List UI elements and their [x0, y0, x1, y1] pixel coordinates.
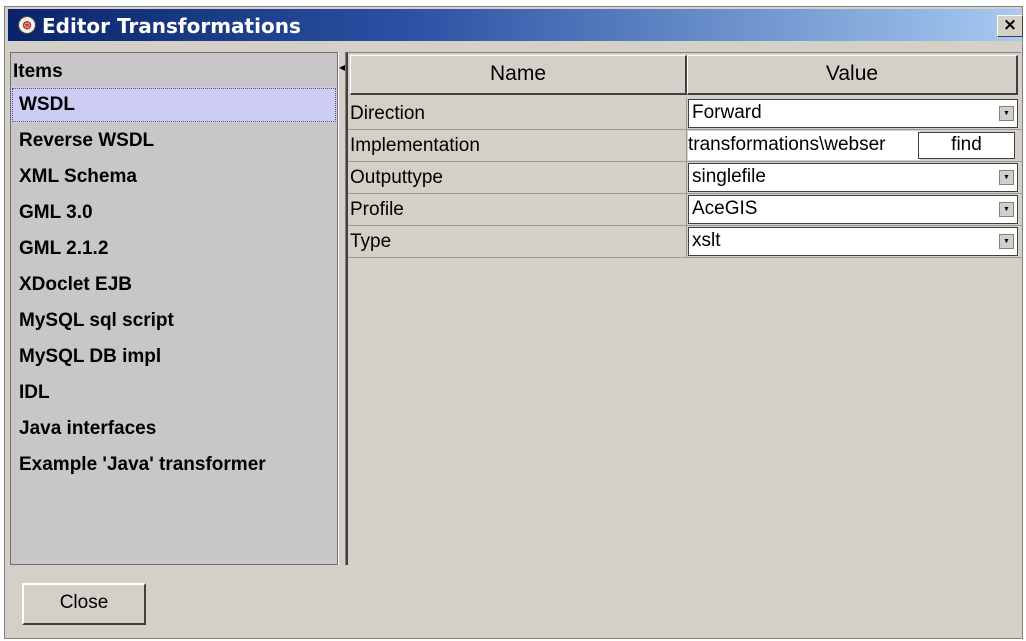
property-value-cell: transformations\webser find — [687, 131, 1018, 160]
list-item-mysql-sql-script[interactable]: MySQL sql script — [11, 303, 337, 339]
list-item-gml-2-1-2[interactable]: GML 2.1.2 — [11, 231, 337, 267]
dropdown-arrow-icon[interactable]: ▼ — [999, 170, 1014, 185]
property-name-type: Type — [348, 226, 687, 257]
list-item-xdoclet-ejb[interactable]: XDoclet EJB — [11, 267, 337, 303]
dropdown-arrow-icon[interactable]: ▼ — [999, 234, 1014, 249]
profile-select-value: AceGIS — [692, 198, 758, 219]
list-item-mysql-db-impl[interactable]: MySQL DB impl — [11, 339, 337, 375]
list-item-example-java-transformer[interactable]: Example 'Java' transformer — [11, 447, 337, 483]
property-value-cell: Forward ▼ — [687, 99, 1018, 128]
dropdown-arrow-icon[interactable]: ▼ — [999, 106, 1014, 121]
column-header-name[interactable]: Name — [350, 55, 687, 95]
property-value-cell: singlefile ▼ — [687, 163, 1018, 192]
property-name-implementation: Implementation — [348, 130, 687, 161]
dropdown-arrow-icon[interactable]: ▼ — [999, 202, 1014, 217]
window-title: Editor Transformations — [42, 14, 301, 38]
splitter-arrow-icon[interactable]: ◂ — [339, 60, 345, 74]
list-item-java-interfaces[interactable]: Java interfaces — [11, 411, 337, 447]
list-item-wsdl[interactable]: WSDL — [11, 87, 337, 123]
title-bar[interactable]: ⊛ Editor Transformations × — [8, 9, 1023, 41]
property-name-profile: Profile — [348, 194, 687, 225]
column-header-value[interactable]: Value — [687, 55, 1018, 95]
profile-select[interactable]: AceGIS ▼ — [688, 195, 1018, 224]
direction-select-value: Forward — [692, 102, 762, 123]
property-name-direction: Direction — [348, 98, 687, 129]
panel-splitter[interactable]: ◂ — [338, 52, 346, 565]
property-name-outputtype: Outputtype — [348, 162, 687, 193]
list-item-reverse-wsdl[interactable]: Reverse WSDL — [11, 123, 337, 159]
outputtype-select-value: singlefile — [692, 166, 766, 187]
property-value-cell: xslt ▼ — [687, 227, 1018, 256]
table-row: Type xslt ▼ — [348, 226, 1023, 258]
table-rows: Direction Forward ▼ Implementation trans… — [348, 98, 1023, 258]
list-item-gml-3-0[interactable]: GML 3.0 — [11, 195, 337, 231]
find-button[interactable]: find — [918, 132, 1015, 159]
direction-select[interactable]: Forward ▼ — [688, 99, 1018, 128]
table-row: Direction Forward ▼ — [348, 98, 1023, 130]
type-select[interactable]: xslt ▼ — [688, 227, 1018, 256]
items-header: Items — [13, 61, 63, 82]
implementation-path-field[interactable]: transformations\webser — [688, 131, 920, 160]
close-window-button[interactable]: × — [997, 15, 1023, 37]
close-button[interactable]: Close — [22, 583, 146, 625]
list-item-xml-schema[interactable]: XML Schema — [11, 159, 337, 195]
type-select-value: xslt — [692, 230, 721, 251]
list-item-idl[interactable]: IDL — [11, 375, 337, 411]
table-row: Implementation transformations\webser fi… — [348, 130, 1023, 162]
outputtype-select[interactable]: singlefile ▼ — [688, 163, 1018, 192]
items-list-panel: Items WSDL Reverse WSDL XML Schema GML 3… — [10, 52, 338, 565]
app-logo-icon: ⊛ — [18, 16, 36, 34]
table-row: Profile AceGIS ▼ — [348, 194, 1023, 226]
property-value-cell: AceGIS ▼ — [687, 195, 1018, 224]
table-row: Outputtype singlefile ▼ — [348, 162, 1023, 194]
items-list: WSDL Reverse WSDL XML Schema GML 3.0 GML… — [11, 87, 337, 483]
properties-table: Name Value Direction Forward ▼ Implement… — [346, 52, 1023, 565]
